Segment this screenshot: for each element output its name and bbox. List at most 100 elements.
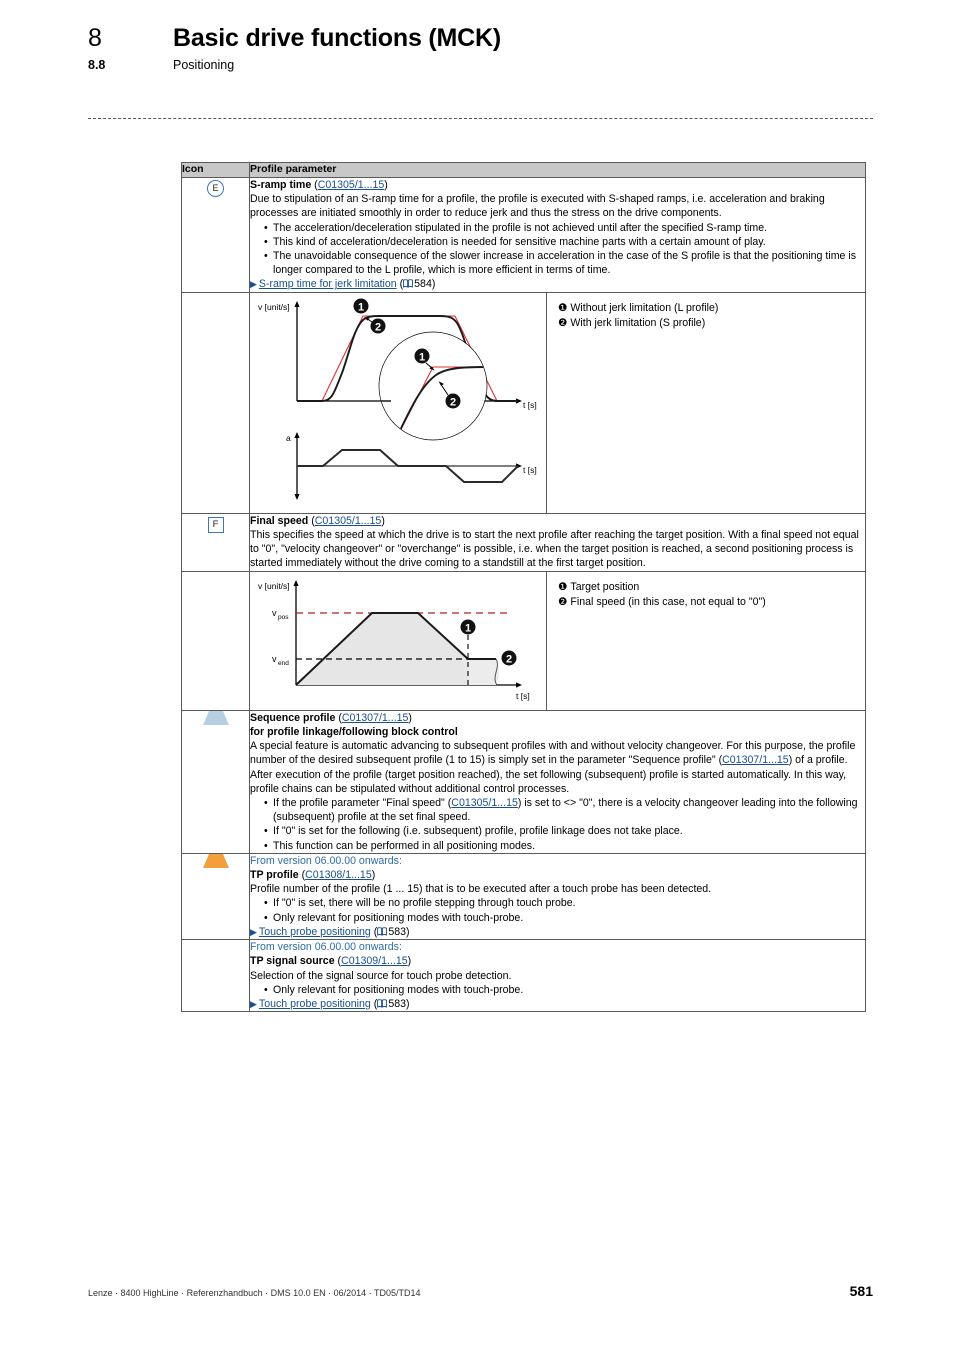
final-speed-body: This specifies the speed at which the dr… xyxy=(250,529,859,570)
label-vpos: v xyxy=(272,608,277,618)
tp-profile-code-link[interactable]: C01308/1...15 xyxy=(305,869,372,881)
sramp-y-axis-label: v [unit/s] xyxy=(258,302,290,312)
table-row-final-speed-text: F Final speed (C01305/1...15) This speci… xyxy=(181,512,866,572)
chapter-number: 8 xyxy=(88,24,102,52)
svg-text:1: 1 xyxy=(465,622,471,634)
legend-entry: ❷ With jerk limitation (S profile) xyxy=(558,316,855,331)
list-item: This kind of acceleration/deceleration i… xyxy=(264,235,865,249)
sequence-profile-inline-code-link[interactable]: C01307/1...15 xyxy=(722,754,789,766)
label-vpos-sub: pos xyxy=(278,614,289,621)
list-item: If "0" is set for the following (i.e. su… xyxy=(264,824,865,838)
icon-cell-final-speed: F xyxy=(181,512,250,572)
sramp-code-link[interactable]: C01305/1...15 xyxy=(318,179,385,191)
tp-profile-title: TP profile xyxy=(250,869,299,882)
desc-cell-tp-profile: From version 06.00.00 onwards: TP profil… xyxy=(249,852,866,941)
sequence-profile-code-link[interactable]: C01307/1...15 xyxy=(342,712,409,724)
sramp-legend: ❶ Without jerk limitation (L profile) ❷ Wi… xyxy=(547,293,865,513)
legend-entry: ❶ Target position xyxy=(558,580,855,595)
legend-marker-2: ❷ xyxy=(558,316,568,329)
column-header-parameter: Profile parameter xyxy=(249,162,866,178)
legend-marker-1: ❶ xyxy=(558,580,568,593)
label-vend-sub: end xyxy=(278,660,289,667)
final-speed-y-axis-label: v [unit/s] xyxy=(258,581,290,591)
tp-signal-source-code-link[interactable]: C01309/1...15 xyxy=(341,955,408,967)
legend-text-2: Final speed (in this case, not equal to … xyxy=(570,595,766,608)
section-heading: 8.8 Positioning xyxy=(88,58,878,72)
label-vend: v xyxy=(272,654,277,664)
sramp-x-axis-label-top: t [s] xyxy=(523,400,537,410)
tp-profile-xref-link[interactable]: Touch probe positioning xyxy=(259,926,371,938)
sramp-diagram-svg: v [unit/s] t [s] 1 2 1 2 a t [s] xyxy=(258,298,537,500)
list-item: The unavoidable consequence of the slowe… xyxy=(264,249,865,277)
tp-signal-source-xref-link[interactable]: Touch probe positioning xyxy=(259,998,371,1010)
xref-arrow-icon: ▶ xyxy=(250,926,257,937)
final-speed-figure: v [unit/s] t [s] v pos v end 1 2 xyxy=(250,571,547,710)
list-item: This function can be performed in all po… xyxy=(264,839,865,853)
sequence-profile-title-line: Sequence profile (C01307/1...15) xyxy=(250,711,412,724)
icon-cell-final-speed-figure-spacer xyxy=(181,570,250,711)
bullet-text-a: If the profile parameter "Final speed" ( xyxy=(273,797,452,810)
final-speed-title-line: Final speed (C01305/1...15) xyxy=(250,514,385,527)
legend-entry: ❶ Without jerk limitation (L profile) xyxy=(558,301,855,316)
tp-profile-xref-page: 583 xyxy=(388,925,406,938)
table-row-tp-profile: From version 06.00.00 onwards: TP profil… xyxy=(181,852,866,941)
sramp-xref: ▶ S-ramp time for jerk limitation (584) xyxy=(250,278,436,291)
trapezoid-orange-icon xyxy=(202,853,229,868)
sramp-intro: Due to stipulation of an S-ramp time for… xyxy=(250,193,825,220)
sequence-profile-bullet-list: If the profile parameter "Final speed" (… xyxy=(250,796,865,853)
figure-cell-final-speed: v [unit/s] t [s] v pos v end 1 2 ❶ Targe… xyxy=(249,570,866,711)
svg-text:1: 1 xyxy=(419,351,425,363)
list-item: If "0" is set, there will be no profile … xyxy=(264,896,865,910)
final-speed-title: Final speed xyxy=(250,514,309,527)
tp-signal-source-title: TP signal source xyxy=(250,955,335,968)
column-header-icon: Icon xyxy=(181,162,250,178)
list-item: If the profile parameter "Final speed" (… xyxy=(264,796,865,824)
desc-cell-sequence-profile: Sequence profile (C01307/1...15) for pro… xyxy=(249,709,866,854)
svg-text:2: 2 xyxy=(506,653,512,665)
legend-marker-1: ❶ xyxy=(558,301,568,314)
tp-profile-body: Profile number of the profile (1 ... 15)… xyxy=(250,883,712,896)
table-row-tp-signal-source: From version 06.00.00 onwards: TP signal… xyxy=(181,939,866,1013)
sramp-figure: v [unit/s] t [s] 1 2 1 2 a t [s] xyxy=(250,292,547,513)
table-header-row: Icon Profile parameter xyxy=(181,162,866,178)
section-title: Positioning xyxy=(173,58,235,72)
icon-cell-tp-profile xyxy=(181,852,250,941)
final-speed-diagram-svg: v [unit/s] t [s] v pos v end 1 2 xyxy=(258,579,530,701)
bullet-inline-code-link[interactable]: C01305/1...15 xyxy=(451,797,518,809)
tp-signal-source-xref-page: 583 xyxy=(388,997,406,1010)
table-row-final-speed-figure: v [unit/s] t [s] v pos v end 1 2 ❶ Targe… xyxy=(181,570,866,711)
final-speed-x-axis-label: t [s] xyxy=(516,691,530,701)
svg-text:2: 2 xyxy=(375,321,381,333)
sramp-y-axis-label-bottom: a xyxy=(286,433,291,443)
tp-signal-source-body: Selection of the signal source for touch… xyxy=(250,969,512,982)
final-speed-legend: ❶ Target position ❷ Final speed (in this c… xyxy=(547,572,865,710)
tp-signal-source-version-note: From version 06.00.00 onwards: xyxy=(250,941,402,954)
list-item: Only relevant for positioning modes with… xyxy=(264,983,865,997)
page-footer: Lenze · 8400 HighLine · Referenzhandbuch… xyxy=(88,1283,873,1299)
sequence-profile-para2: After execution of the profile (target p… xyxy=(250,768,847,795)
legend-text-1: Without jerk limitation (L profile) xyxy=(570,301,719,314)
list-item: Only relevant for positioning modes with… xyxy=(264,911,865,925)
sramp-bullet-list: The acceleration/deceleration stipulated… xyxy=(250,221,865,278)
section-number: 8.8 xyxy=(88,58,106,72)
icon-cell-tp-signal-source xyxy=(181,939,250,1013)
svg-text:1: 1 xyxy=(358,301,364,313)
tp-profile-version-note: From version 06.00.00 onwards: xyxy=(250,854,402,867)
desc-cell-sramp: S-ramp time (C01305/1...15) Due to stipu… xyxy=(249,177,866,293)
book-icon xyxy=(377,927,388,936)
legend-entry: ❷ Final speed (in this case, not equal to… xyxy=(558,595,855,610)
desc-cell-tp-signal-source: From version 06.00.00 onwards: TP signal… xyxy=(249,939,866,1013)
sramp-title-line: S-ramp time (C01305/1...15) xyxy=(250,179,388,191)
final-speed-code-link[interactable]: C01305/1...15 xyxy=(315,515,382,527)
sequence-profile-title: Sequence profile xyxy=(250,711,336,724)
xref-arrow-icon: ▶ xyxy=(250,279,257,290)
sequence-profile-para1-b: ) of a profile. xyxy=(788,754,848,767)
square-f-icon: F xyxy=(207,516,224,533)
page-header: 8 Basic drive functions (MCK) 8.8 Positi… xyxy=(88,24,878,72)
sequence-profile-para1: A special feature is automatic advancing… xyxy=(250,739,865,767)
tp-signal-source-title-line: TP signal source (C01309/1...15) xyxy=(250,955,412,968)
page-number: 581 xyxy=(849,1283,873,1299)
tp-signal-source-xref: ▶ Touch probe positioning (583) xyxy=(250,997,410,1010)
circle-e-icon: E xyxy=(207,180,224,197)
sramp-xref-link[interactable]: S-ramp time for jerk limitation xyxy=(259,278,397,290)
